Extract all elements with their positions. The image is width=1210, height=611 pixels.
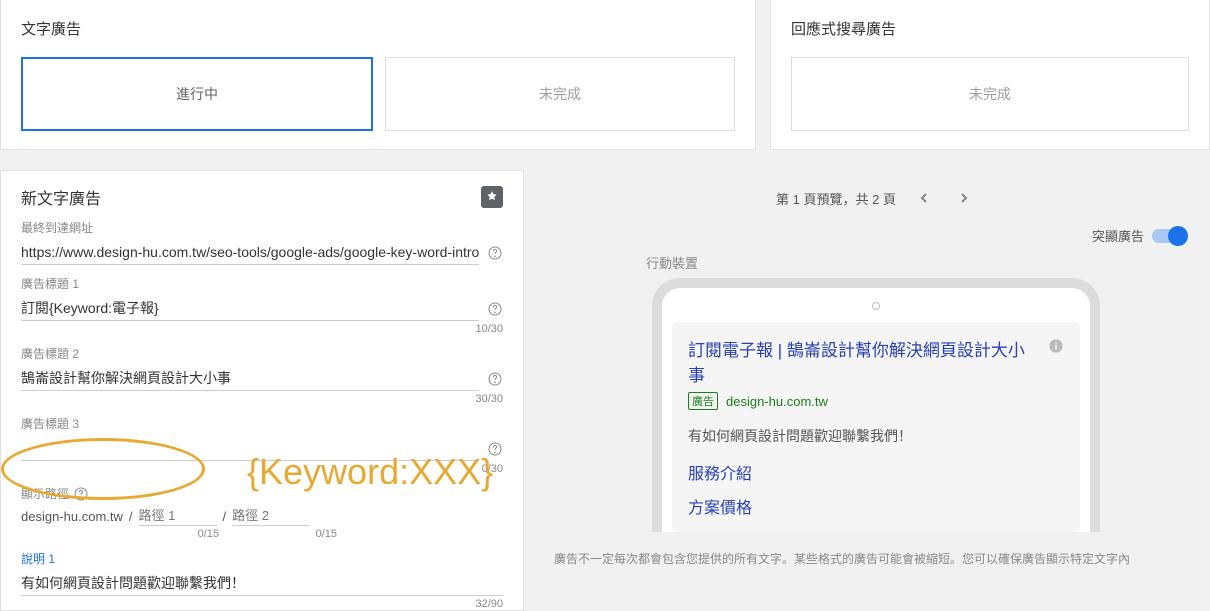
panel-title: 文字廣告 (21, 18, 735, 39)
ad-description: 有如何網頁設計問題歡迎聯繫我們！ (688, 426, 1064, 446)
panel-title: 回應式搜尋廣告 (791, 18, 1189, 39)
headline2-input[interactable] (21, 366, 479, 391)
path2-input[interactable] (232, 506, 310, 526)
desc1-counter: 32/90 (21, 598, 503, 610)
ad-sitelink-1: 服務介紹 (688, 460, 1064, 484)
headline2-counter: 30/30 (21, 393, 503, 405)
display-path-domain: design-hu.com.tw (21, 509, 123, 524)
final-url-label: 最終到達網址 (21, 219, 503, 236)
phone-frame: 訂閱電子報 | 鵠崙設計幫你解決網頁設計大小事 廣告 design-hu.com… (652, 278, 1100, 532)
highlight-ad-toggle[interactable] (1152, 229, 1186, 243)
prev-page-button[interactable] (912, 186, 936, 210)
help-icon[interactable] (73, 486, 89, 502)
path1-input[interactable] (139, 506, 217, 526)
ad-badge: 廣告 (688, 392, 718, 410)
headline1-counter: 10/30 (21, 323, 503, 335)
text-ads-panel: 文字廣告 進行中 未完成 (0, 0, 756, 150)
ad-preview-card: 訂閱電子報 | 鵠崙設計幫你解決網頁設計大小事 廣告 design-hu.com… (672, 322, 1080, 532)
help-icon[interactable] (487, 301, 503, 317)
form-title: 新文字廣告 (21, 185, 101, 209)
preview-panel: 第 1 頁預覽，共 2 頁 突顯廣告 行動裝置 訂閱電子報 | 鵠崙設計幫你解決… (542, 170, 1210, 611)
status-incomplete[interactable]: 未完成 (791, 57, 1189, 131)
ad-form-panel: 新文字廣告 最終到達網址 廣告標題 1 10/30 廣告標題 2 (0, 170, 524, 611)
ad-domain: design-hu.com.tw (726, 394, 828, 409)
help-icon[interactable] (487, 371, 503, 387)
headline3-counter: 0/30 (21, 463, 503, 475)
headline2-label: 廣告標題 2 (21, 345, 503, 362)
ad-headline: 訂閱電子報 | 鵠崙設計幫你解決網頁設計大小事 (688, 336, 1040, 386)
status-incomplete[interactable]: 未完成 (385, 57, 735, 131)
final-url-input[interactable] (21, 240, 479, 265)
display-path-label: 顯示路徑 (21, 485, 503, 502)
preview-note: 廣告不一定每次都會包含您提供的所有文字。某些格式的廣告可能會被縮短。您可以確保廣… (554, 550, 1198, 569)
headline3-input[interactable] (21, 436, 479, 461)
preview-pager-text: 第 1 頁預覽，共 2 頁 (776, 189, 896, 208)
headline3-label: 廣告標題 3 (21, 415, 503, 432)
phone-camera-icon (872, 302, 880, 310)
help-icon[interactable] (487, 245, 503, 261)
ad-sitelink-2: 方案價格 (688, 494, 1064, 518)
headline1-label: 廣告標題 1 (21, 275, 503, 292)
highlight-ad-label: 突顯廣告 (1092, 226, 1144, 245)
headline1-input[interactable] (21, 296, 479, 321)
status-in-progress[interactable]: 進行中 (21, 57, 373, 131)
path1-counter: 0/15 (159, 528, 219, 540)
desc1-label: 說明 1 (21, 550, 503, 567)
responsive-search-ads-panel: 回應式搜尋廣告 未完成 (770, 0, 1210, 150)
ideas-icon[interactable] (481, 186, 503, 208)
path2-counter: 0/15 (277, 528, 337, 540)
info-icon[interactable] (1048, 338, 1064, 354)
help-icon[interactable] (487, 441, 503, 457)
next-page-button[interactable] (952, 186, 976, 210)
desc1-input[interactable] (21, 571, 503, 596)
device-label: 行動裝置 (646, 253, 1210, 272)
